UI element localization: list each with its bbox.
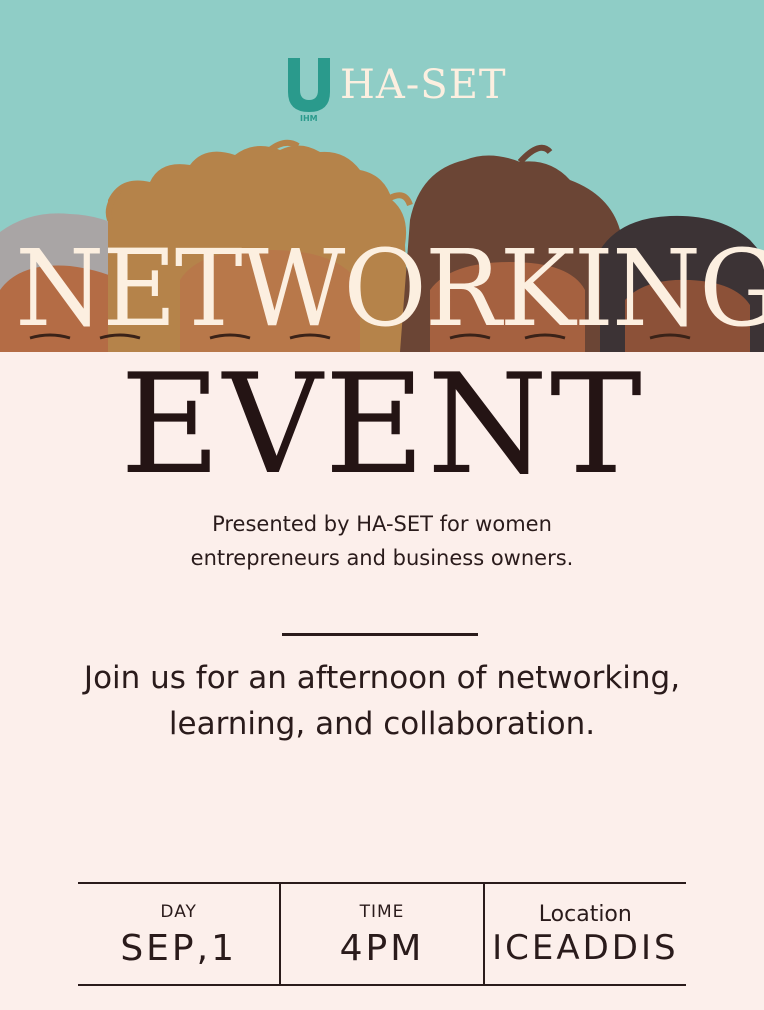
presented-by-line-1: Presented by HA-SET for women	[212, 512, 552, 536]
brand-small-mark: IHM	[300, 114, 318, 123]
day-cell: DAY SEP,1	[78, 884, 279, 984]
brand-logo: HA-SET IHM	[284, 56, 507, 128]
presented-by-line-2: entrepreneurs and business owners.	[190, 546, 574, 570]
divider-line	[282, 633, 478, 636]
time-label: TIME	[359, 902, 405, 922]
hair-curl	[517, 144, 553, 165]
day-value: SEP,1	[120, 928, 237, 969]
location-cell: Location ICEADDIS	[482, 884, 686, 984]
time-value: 4PM	[339, 928, 425, 969]
title-event: EVENT	[120, 344, 644, 505]
day-label: DAY	[160, 902, 197, 922]
event-details-table: DAY SEP,1 TIME 4PM Location ICEADDIS	[78, 882, 686, 986]
title-networking: NETWORKING	[15, 227, 764, 350]
brand-name: HA-SET	[340, 62, 507, 108]
invite-line-2: learning, and collaboration.	[168, 706, 596, 742]
event-poster: HA-SET IHM NETWORKING EVENT Presented by…	[0, 0, 764, 1010]
haset-logo-icon	[288, 58, 330, 112]
time-cell: TIME 4PM	[279, 884, 482, 984]
location-label: Location	[538, 902, 632, 927]
invite-line-1: Join us for an afternoon of networking,	[83, 660, 681, 696]
location-value: ICEADDIS	[492, 928, 679, 968]
hero-illustration: HA-SET IHM NETWORKING	[0, 0, 764, 352]
